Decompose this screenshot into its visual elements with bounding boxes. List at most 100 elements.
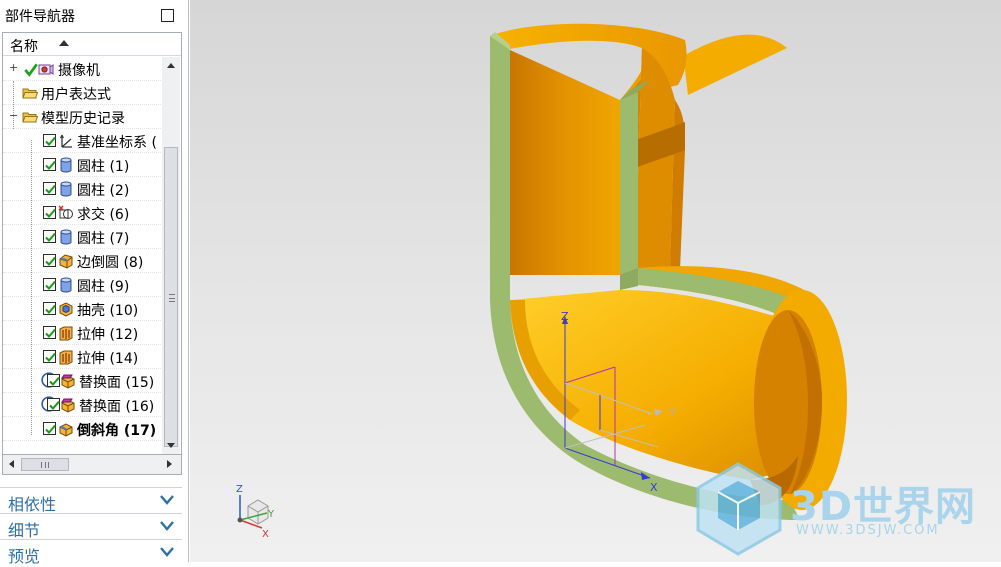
chevron-down-icon[interactable]: [159, 494, 175, 506]
shell-icon: [59, 302, 73, 317]
tree-item-label: 圆柱 (2): [77, 183, 130, 199]
tree-item-cylinder-2[interactable]: 圆柱 (2): [3, 177, 161, 201]
cylinder-icon: [60, 181, 72, 197]
tree-item-chamfer-17[interactable]: 倒斜角 (17): [3, 417, 161, 441]
section-label: 预览: [8, 547, 41, 566]
tree-item-label: 圆柱 (1): [77, 159, 130, 175]
horizontal-scrollbar[interactable]: [2, 455, 182, 475]
cylinder-icon: [60, 157, 72, 173]
navigator-title-bar: 部件导航器: [0, 0, 188, 31]
vertical-scrollbar[interactable]: [162, 57, 180, 454]
csys-y-label: Y: [668, 406, 676, 419]
sort-ascending-icon: [59, 40, 69, 46]
section-label: 细节: [8, 521, 41, 540]
chevron-down-icon[interactable]: [159, 546, 175, 558]
checkbox-checked[interactable]: [43, 182, 56, 195]
tree-item-label: 抽壳 (10): [77, 303, 139, 319]
part-navigator-panel: 部件导航器 名称 + 摄像机 用户表达式 − 模型历史记录 基准坐标系 (圆柱…: [0, 0, 189, 566]
section-preview[interactable]: 预览: [0, 539, 182, 566]
checkbox-checked[interactable]: [43, 278, 56, 291]
checkbox-checked[interactable]: [43, 254, 56, 267]
expand-icon[interactable]: +: [9, 62, 18, 73]
folder-icon: [22, 88, 38, 99]
tree-item-datum-csys[interactable]: 基准坐标系 (: [3, 129, 161, 153]
chevron-down-icon[interactable]: [159, 520, 175, 532]
folder-open-icon: [22, 112, 38, 123]
tree-item-replace-face-16[interactable]: 替换面 (16): [3, 393, 161, 417]
tree-item-label: 拉伸 (14): [77, 351, 139, 367]
green-tick-icon: [24, 63, 38, 77]
checkbox-checked[interactable]: [43, 158, 56, 171]
intersect-icon: [58, 205, 73, 219]
csys-z-label: Z: [561, 310, 569, 323]
chamfer-icon: [59, 423, 73, 437]
tree-item-label: 模型历史记录: [41, 111, 125, 127]
scroll-left-icon[interactable]: [9, 460, 14, 468]
extrude-icon: [59, 326, 73, 341]
tree-item-label: 倒斜角 (17): [77, 423, 157, 439]
view-triad-icon: Z X Y: [236, 484, 275, 540]
tree-item-cylinder-1[interactable]: 圆柱 (1): [3, 153, 161, 177]
cylinder-icon: [60, 229, 72, 245]
tree-item-edge-blend-8[interactable]: 边倒圆 (8): [3, 249, 161, 273]
scroll-right-icon[interactable]: [167, 460, 172, 468]
tree-item-label: 圆柱 (7): [77, 231, 130, 247]
tree-item-label: 圆柱 (9): [77, 279, 130, 295]
checkbox-checked[interactable]: [47, 374, 60, 387]
tree-item-camera[interactable]: + 摄像机: [3, 57, 161, 81]
elbow-pipe-solid: [490, 23, 847, 520]
csys-x-label: X: [650, 481, 658, 494]
tree-item-extrude-14[interactable]: 拉伸 (14): [3, 345, 161, 369]
vertical-scroll-thumb[interactable]: [164, 147, 178, 447]
tree-item-model-history[interactable]: − 模型历史记录: [3, 105, 161, 129]
checkbox-checked[interactable]: [43, 350, 56, 363]
edge-blend-icon: [59, 254, 73, 269]
tree-item-label: 基准坐标系 (: [77, 135, 157, 151]
checkbox-checked[interactable]: [47, 398, 60, 411]
navigator-title: 部件导航器: [5, 9, 75, 25]
triad-x-label: X: [262, 529, 269, 540]
watermark-url: WWW.3DSJW.COM: [796, 523, 940, 538]
tree-item-extrude-12[interactable]: 拉伸 (12): [3, 321, 161, 345]
tree-item-intersect-6[interactable]: 求交 (6): [3, 201, 161, 225]
checkbox-checked[interactable]: [43, 326, 56, 339]
tree-item-cylinder-9[interactable]: 圆柱 (9): [3, 273, 161, 297]
tree-item-cylinder-7[interactable]: 圆柱 (7): [3, 225, 161, 249]
tree-item-label: 替换面 (15): [79, 375, 155, 391]
triad-z-label: Z: [236, 484, 243, 495]
maximize-icon[interactable]: [161, 9, 174, 22]
collapse-icon[interactable]: −: [9, 110, 18, 121]
tree-item-label: 边倒圆 (8): [77, 255, 144, 271]
checkbox-checked[interactable]: [43, 422, 56, 435]
column-header-name[interactable]: 名称: [3, 33, 181, 56]
triad-y-label: Y: [267, 509, 275, 520]
tree-item-shell-10[interactable]: 抽壳 (10): [3, 297, 161, 321]
cylinder-icon: [60, 277, 72, 293]
extrude-icon: [59, 350, 73, 365]
graphics-viewport[interactable]: Z Y X Z X Y 3D世界网 WWW.3DSJW.COM: [190, 0, 1001, 562]
scroll-down-icon[interactable]: [167, 443, 175, 448]
checkbox-checked[interactable]: [43, 206, 56, 219]
tree-item-label: 用户表达式: [41, 87, 111, 103]
horizontal-scroll-thumb[interactable]: [21, 458, 69, 471]
tree-item-label: 替换面 (16): [79, 399, 155, 415]
replace-face-icon: [61, 398, 75, 413]
tree-item-label: 拉伸 (12): [77, 327, 139, 343]
checkbox-checked[interactable]: [43, 302, 56, 315]
column-header-label: 名称: [10, 39, 38, 55]
tree-item-user-expressions[interactable]: 用户表达式: [3, 81, 161, 105]
scroll-up-icon[interactable]: [167, 63, 175, 68]
camera-icon: [38, 64, 54, 75]
navigator-tree[interactable]: 名称 + 摄像机 用户表达式 − 模型历史记录 基准坐标系 (圆柱 (1) 圆…: [2, 32, 182, 455]
tree-item-label: 求交 (6): [77, 207, 130, 223]
checkbox-checked[interactable]: [43, 230, 56, 243]
datum-csys-icon: [60, 134, 72, 148]
watermark-logo: [696, 462, 782, 556]
tree-item-replace-face-15[interactable]: 替换面 (15): [3, 369, 161, 393]
section-details[interactable]: 细节: [0, 513, 182, 540]
checkbox-checked[interactable]: [43, 134, 56, 147]
tree-item-label: 摄像机: [58, 63, 100, 79]
section-label: 相依性: [8, 495, 57, 514]
replace-face-icon: [61, 374, 75, 389]
section-dependencies[interactable]: 相依性: [0, 487, 182, 514]
